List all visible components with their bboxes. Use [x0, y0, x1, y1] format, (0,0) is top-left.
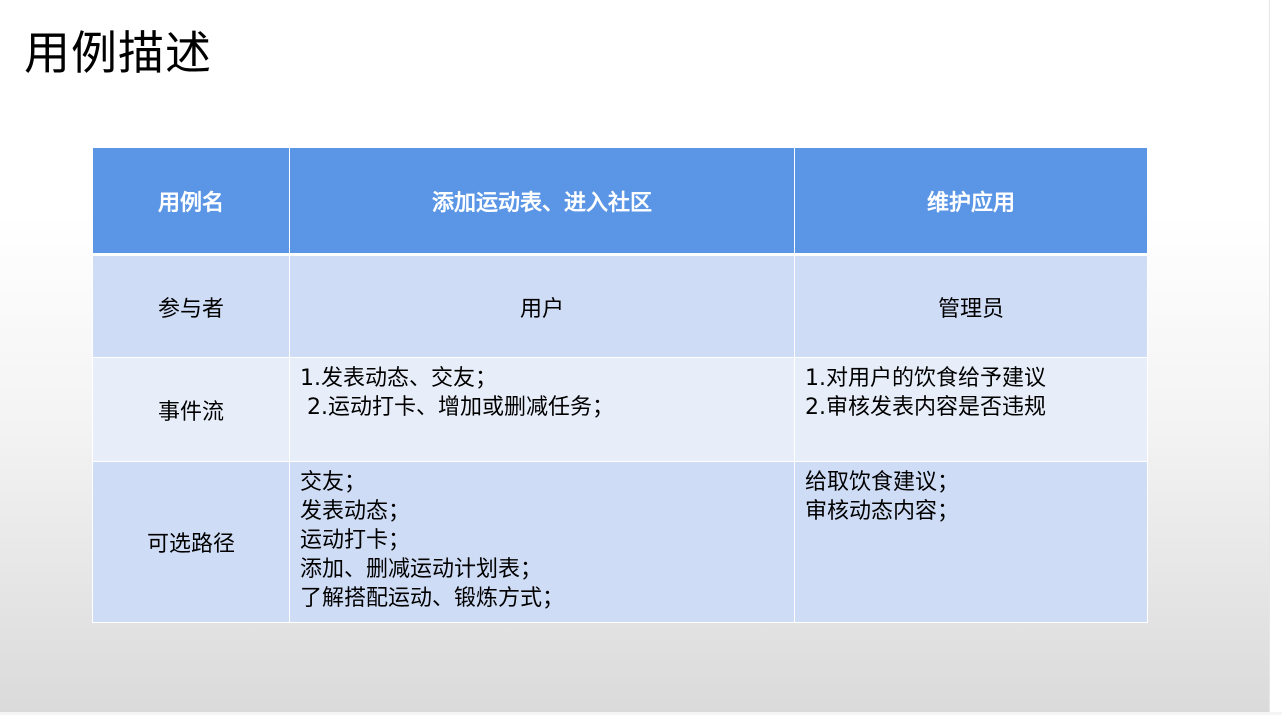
optional-path-label: 可选路径 [92, 461, 290, 623]
header-use-case-name: 用例名 [92, 147, 290, 256]
table-row-event-flow: 事件流 1.发表动态、交友； 2.运动打卡、增加或删减任务； 1.对用户的饮食给… [92, 357, 1148, 462]
event-flow-user-line: 1.发表动态、交友； [300, 366, 497, 391]
table-header-row: 用例名 添加运动表、进入社区 维护应用 [92, 147, 1148, 256]
actor-admin: 管理员 [794, 254, 1148, 358]
event-flow-label: 事件流 [92, 357, 290, 462]
event-flow-admin: 1.对用户的饮食给予建议 2.审核发表内容是否违规 [794, 357, 1148, 462]
actor-label: 参与者 [92, 254, 290, 358]
table-row-optional-path: 可选路径 交友； 发表动态； 运动打卡； 添加、删减运动计划表； 了解搭配运动、… [92, 461, 1148, 623]
event-flow-admin-line: 2.审核发表内容是否违规 [805, 395, 1046, 420]
optional-path-user-line: 发表动态； [300, 499, 411, 524]
optional-path-user-line: 添加、删减运动计划表； [300, 557, 543, 582]
actor-user: 用户 [289, 254, 795, 358]
use-case-table: 用例名 添加运动表、进入社区 维护应用 参与者 用户 管理员 事件流 1.发表动… [92, 147, 1148, 623]
optional-path-admin-line: 审核动态内容； [805, 499, 960, 524]
optional-path-user-line: 运动打卡； [300, 528, 411, 553]
slide-title: 用例描述 [24, 26, 212, 80]
event-flow-admin-line: 1.对用户的饮食给予建议 [805, 366, 1046, 391]
optional-path-admin: 给取饮食建议； 审核动态内容； [794, 461, 1148, 623]
optional-path-user-line: 交友； [300, 470, 367, 495]
optional-path-admin-line: 给取饮食建议； [805, 470, 960, 495]
event-flow-user: 1.发表动态、交友； 2.运动打卡、增加或删减任务； [289, 357, 795, 462]
header-use-case-admin: 维护应用 [794, 147, 1148, 256]
optional-path-user-line: 了解搭配运动、锻炼方式； [300, 586, 565, 611]
event-flow-user-line: 2.运动打卡、增加或删减任务； [300, 395, 614, 420]
slide-right-edge [1269, 0, 1282, 715]
optional-path-user: 交友； 发表动态； 运动打卡； 添加、删减运动计划表； 了解搭配运动、锻炼方式； [289, 461, 795, 623]
table-row-actor: 参与者 用户 管理员 [92, 254, 1148, 358]
header-use-case-user: 添加运动表、进入社区 [289, 147, 795, 256]
